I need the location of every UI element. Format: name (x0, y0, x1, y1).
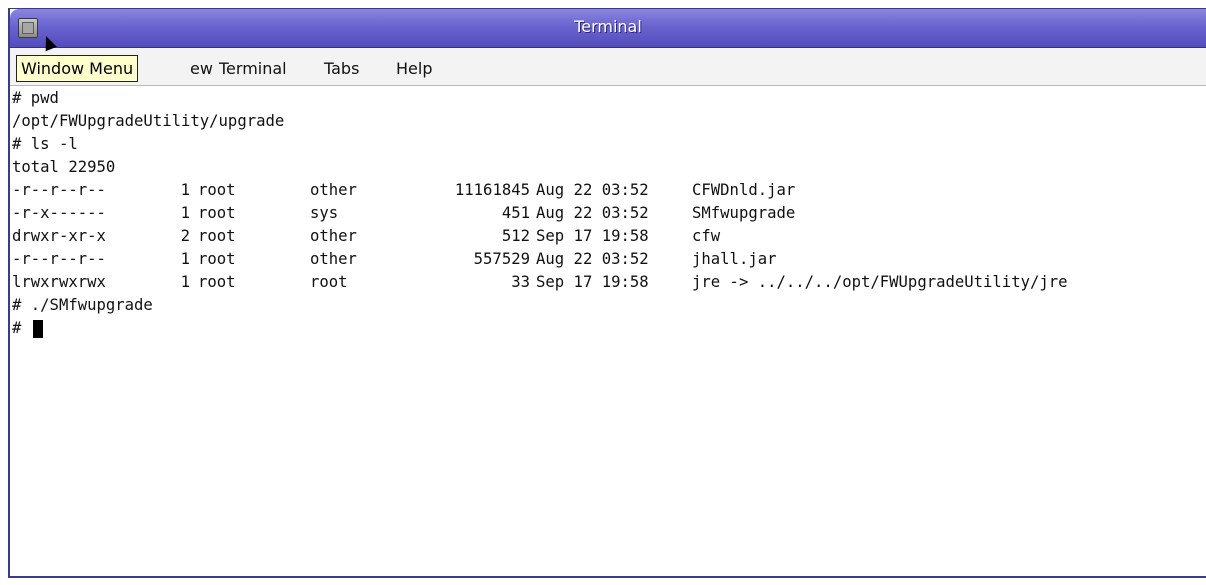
listing-filename: jhall.jar (692, 250, 777, 268)
listing-size: 512 (501, 227, 530, 245)
listing-links: 1 (180, 204, 190, 222)
terminal-line: # ls -l (12, 135, 78, 153)
terminal-line: total 22950 (12, 158, 116, 176)
listing-row: -r--r--r-- 1 root other 557529 Aug 22 03… (12, 248, 1206, 271)
menu-terminal[interactable]: Terminal (219, 59, 287, 78)
terminal-prompt-line[interactable]: # (12, 317, 1206, 340)
menu-view[interactable]: ew (190, 59, 213, 78)
listing-row: -r--r--r-- 1 root other 11161845 Aug 22 … (12, 179, 1206, 202)
terminal-line: # pwd (12, 89, 59, 107)
listing-row: drwxr-xr-x 2 root other 512 Sep 17 19:58… (12, 225, 1206, 248)
listing-group: other (310, 227, 357, 245)
listing-row: lrwxrwxrwx 1 root root 33 Sep 17 19:58 j… (12, 271, 1206, 294)
listing-group: root (310, 273, 348, 291)
listing-owner: root (198, 204, 236, 222)
listing-size: 11161845 (454, 181, 530, 199)
title-bar[interactable]: Terminal (10, 9, 1206, 48)
listing-date: Aug 22 03:52 (536, 250, 649, 268)
listing-owner: root (198, 181, 236, 199)
listing-permissions: -r-x------ (12, 204, 106, 222)
listing-group: other (310, 250, 357, 268)
listing-date: Sep 17 19:58 (536, 273, 649, 291)
listing-permissions: drwxr-xr-x (12, 227, 106, 245)
listing-links: 1 (180, 181, 190, 199)
listing-owner: root (198, 250, 236, 268)
listing-date: Sep 17 19:58 (536, 227, 649, 245)
terminal-line: # ./SMfwupgrade (12, 296, 153, 314)
listing-size: 557529 (473, 250, 530, 268)
listing-size: 451 (501, 204, 530, 222)
listing-filename: SMfwupgrade (692, 204, 796, 222)
menu-tabs[interactable]: Tabs (324, 59, 359, 78)
menu-help[interactable]: Help (396, 59, 432, 78)
listing-size: 33 (511, 273, 530, 291)
menu-bar: ew Terminal Tabs Help (10, 48, 1206, 86)
listing-owner: root (198, 227, 236, 245)
window-title: Terminal (574, 17, 642, 36)
terminal-output[interactable]: # pwd /opt/FWUpgradeUtility/upgrade # ls… (10, 87, 1206, 577)
listing-row: -r-x------ 1 root sys 451 Aug 22 03:52 S… (12, 202, 1206, 225)
listing-owner: root (198, 273, 236, 291)
listing-permissions: -r--r--r-- (12, 181, 106, 199)
listing-permissions: -r--r--r-- (12, 250, 106, 268)
listing-filename: CFWDnld.jar (692, 181, 796, 199)
terminal-window: Terminal ew Terminal Tabs Help Window Me… (8, 8, 1206, 578)
listing-filename: cfw (692, 227, 721, 245)
listing-date: Aug 22 03:52 (536, 181, 649, 199)
listing-group: other (310, 181, 357, 199)
listing-permissions: lrwxrwxrwx (12, 273, 106, 291)
window-menu-tooltip: Window Menu (16, 55, 139, 82)
listing-group: sys (310, 204, 339, 222)
listing-links: 1 (180, 273, 190, 291)
listing-filename: jre -> ../../../opt/FWUpgradeUtility/jre (692, 273, 1068, 291)
listing-links: 1 (180, 250, 190, 268)
listing-date: Aug 22 03:52 (536, 204, 649, 222)
listing-links: 2 (180, 227, 190, 245)
window-bottom-border (10, 576, 1206, 578)
terminal-line: /opt/FWUpgradeUtility/upgrade (12, 112, 285, 130)
